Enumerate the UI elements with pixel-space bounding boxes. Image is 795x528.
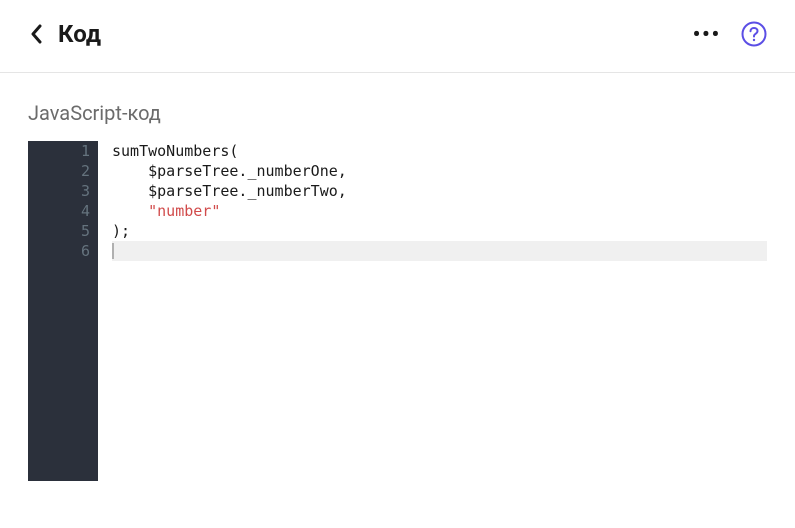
code-editor[interactable]: 1♥23456 sumTwoNumbers( $parseTree._numbe…	[28, 141, 767, 481]
code-line[interactable]: $parseTree._numberOne,	[112, 161, 767, 181]
code-line[interactable]: $parseTree._numberTwo,	[112, 181, 767, 201]
code-token: $parseTree._numberOne,	[112, 161, 347, 181]
code-token: "number"	[148, 201, 220, 221]
code-line[interactable]: );	[112, 221, 767, 241]
gutter-line: 2	[28, 161, 94, 181]
header-left: Код	[28, 20, 101, 48]
gutter-line: 3	[28, 181, 94, 201]
help-icon[interactable]	[741, 21, 767, 47]
page-title: Код	[58, 20, 101, 48]
code-line[interactable]: sumTwoNumbers(	[112, 141, 767, 161]
gutter-line: 5	[28, 221, 94, 241]
editor-gutter: 1♥23456	[28, 141, 98, 481]
back-icon[interactable]	[28, 22, 44, 46]
code-line[interactable]	[112, 241, 767, 261]
section-label: JavaScript-код	[28, 101, 767, 125]
gutter-line: 6	[28, 241, 94, 261]
editor-code-area[interactable]: sumTwoNumbers( $parseTree._numberOne, $p…	[98, 141, 767, 481]
code-token: sumTwoNumbers(	[112, 141, 238, 161]
content-area: JavaScript-код 1♥23456 sumTwoNumbers( $p…	[0, 73, 795, 481]
code-token: $parseTree._numberTwo,	[112, 181, 347, 201]
cursor	[112, 243, 114, 259]
more-icon[interactable]: •••	[693, 22, 721, 46]
gutter-line: 1♥	[28, 141, 94, 161]
code-token: );	[112, 221, 130, 241]
header-bar: Код •••	[0, 0, 795, 73]
code-line[interactable]: "number"	[112, 201, 767, 221]
code-token	[112, 201, 148, 221]
gutter-line: 4	[28, 201, 94, 221]
header-right: •••	[693, 21, 767, 47]
